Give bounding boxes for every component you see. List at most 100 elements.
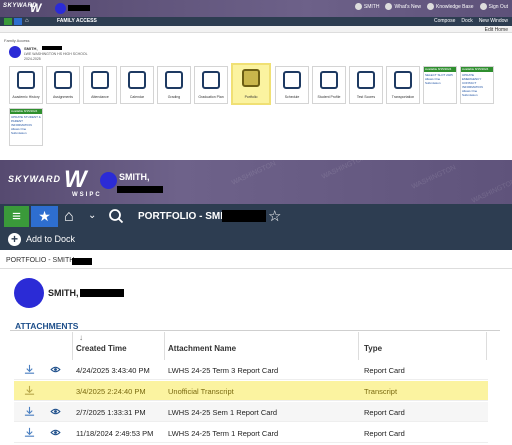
download-icon[interactable] [24,406,35,417]
created-time-cell: 2/7/2025 1:33:31 PM [76,408,146,417]
plus-icon[interactable]: + [8,233,21,246]
redacted-student-name [42,46,62,50]
chevron-down-icon[interactable]: ⌄ [88,210,96,221]
attachment-name-cell[interactable]: LWHS 24-25 Term 1 Report Card [168,429,278,438]
student-year: 2024-2025 [24,57,41,61]
download-icon[interactable] [24,427,35,438]
eye-icon[interactable] [50,366,61,373]
type-cell: Report Card [364,429,405,438]
tile-calendar[interactable]: Calendar [120,66,154,104]
student-avatar [14,278,44,308]
created-time-cell: 3/4/2025 2:24:40 PM [76,387,146,396]
help-icon [427,3,434,10]
tile-attendance[interactable]: Attendance [83,66,117,104]
menu-button[interactable]: ≡ [4,206,29,227]
notice-card-2[interactable]: Available 8/15/2024 UPDATE EMERGENCY CONT… [460,66,494,104]
compose-link[interactable]: Compose [434,18,455,24]
test-scores-icon [357,71,375,89]
header-avatar [55,3,66,14]
col-attachment-name[interactable]: Attachment Name [168,344,236,353]
attachment-name-cell[interactable]: Unofficial Transcript [168,387,234,396]
created-time-cell: 4/24/2025 3:43:40 PM [76,366,150,375]
tile-schedule[interactable]: Schedule [275,66,309,104]
student-school: LWE WASHINGTON HS HIGH SCHOOL [24,52,88,56]
skyward-logo: SKYWARD [8,174,62,184]
column-divider [486,332,487,360]
type-cell: Report Card [364,408,405,417]
breadcrumb: PORTFOLIO - SMITH, [6,257,77,264]
col-created-time[interactable]: Created Time [76,344,127,353]
download-icon[interactable] [24,385,35,396]
sort-down-icon[interactable]: ↓ [79,333,83,342]
wsipc-wordmark: WSIPC [72,192,102,198]
table-row-highlighted[interactable]: 3/4/2025 2:24:40 PM Unofficial Transcrip… [14,381,488,401]
new-window-link[interactable]: New Window [479,18,508,24]
tile-grading[interactable]: Grading [157,66,191,104]
history-icon [17,71,35,89]
table-row[interactable]: 2/7/2025 1:33:31 PM LWHS 24-25 Sem 1 Rep… [14,402,488,422]
tile-test-scores[interactable]: Test Scores [349,66,383,104]
attendance-icon [91,71,109,89]
redacted-crumb-name [72,258,92,265]
attachment-name-cell[interactable]: LWHS 24-25 Term 3 Report Card [168,366,278,375]
redacted-name [117,186,163,193]
favorites-button[interactable] [14,18,22,25]
divider [10,330,500,331]
student-name: SMITH, [48,288,79,298]
eye-icon[interactable] [50,408,61,415]
header-user-name: SMITH, [119,172,150,182]
tile-student-profile[interactable]: Student Profile [312,66,346,104]
edit-home-link[interactable]: Edit Home [485,27,508,33]
created-time-cell: 11/18/2024 2:49:53 PM [76,429,154,438]
redacted-title-name [222,210,266,222]
divider [0,268,512,269]
assignments-icon [54,71,72,89]
wsipc-logo-mark: W [64,166,87,193]
home-icon[interactable]: ⌂ [64,207,74,226]
header-watermark: WASHINGTON [410,164,458,191]
redacted-student-name [80,289,124,297]
tile-transportation[interactable]: Transportation [386,66,420,104]
nav-page-title: FAMILY ACCESS [57,18,97,24]
column-divider [72,332,73,360]
hamburger-icon: ≡ [12,208,21,225]
add-to-dock-button[interactable]: Add to Dock [26,234,75,244]
menu-button[interactable] [4,18,12,25]
schedule-icon [283,71,301,89]
grading-icon [165,71,183,89]
home-icon[interactable]: ⌂ [25,18,29,24]
tile-assignments[interactable]: Assignments [46,66,80,104]
download-icon[interactable] [24,364,35,375]
family-access-home-screenshot: SKYWARD W SMITH What's New Knowledge Bas… [0,0,512,150]
search-icon[interactable] [108,208,124,224]
tile-graduation-plan[interactable]: Graduation Plan [194,66,228,104]
wsipc-logo-mark: W [30,1,42,15]
favorite-star-icon[interactable]: ☆ [268,207,281,225]
whats-new-link[interactable]: What's New [385,3,421,10]
header-watermark: WASHINGTON [320,160,368,181]
portfolio-page-screenshot: WASHINGTON WASHINGTON WASHINGTON WASHING… [0,160,512,445]
attachment-name-cell[interactable]: LWHS 24-25 Sem 1 Report Card [168,408,277,417]
type-cell: Report Card [364,366,405,375]
knowledge-base-link[interactable]: Knowledge Base [427,3,474,10]
tile-portfolio[interactable]: Portfolio [231,63,271,105]
eye-icon[interactable] [50,429,61,436]
header-user-link[interactable]: SMITH [354,3,379,10]
profile-icon [320,71,338,89]
dock-link[interactable]: Dock [461,18,472,24]
type-cell: Transcript [364,387,398,396]
notice-card-1[interactable]: Available 8/15/2024 SELECT SLOT 2025 Allo… [423,66,457,104]
tile-academic-history[interactable]: Academic History [9,66,43,104]
bell-icon [385,3,393,10]
student-name: SMITH, [24,46,38,51]
favorites-button[interactable]: ★ [31,206,58,227]
nav-right-actions: Compose Dock New Window [434,18,508,24]
table-row[interactable]: 4/24/2025 3:43:40 PM LWHS 24-25 Term 3 R… [14,360,488,380]
header-actions: SMITH What's New Knowledge Base Sign Out [354,3,508,10]
edit-home-strip: Edit Home [0,26,512,33]
col-type[interactable]: Type [364,344,382,353]
star-icon: ★ [38,208,51,224]
table-row[interactable]: 11/18/2024 2:49:53 PM LWHS 24-25 Term 1 … [14,423,488,443]
sign-out-link[interactable]: Sign Out [479,3,508,10]
notice-card-3[interactable]: Available 8/15/2024 UPDATE STUDENT & PARE… [9,108,43,146]
